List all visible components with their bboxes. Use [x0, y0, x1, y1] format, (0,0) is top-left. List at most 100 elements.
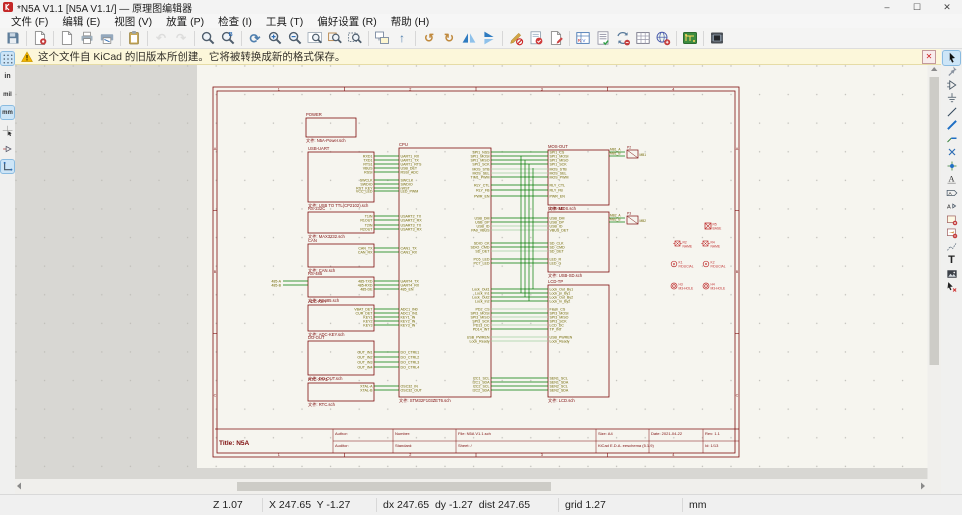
- zoom-fit-button[interactable]: [305, 29, 325, 48]
- net-label-icon: A: [946, 173, 958, 185]
- mirror-vertical-button[interactable]: [459, 29, 479, 48]
- svg-text:B: B: [736, 270, 739, 274]
- menu-item-5[interactable]: 工具 (T): [259, 14, 310, 29]
- assign-footprints-button[interactable]: [707, 29, 727, 48]
- image-button[interactable]: [943, 267, 960, 281]
- svg-text:OUT_IN1: OUT_IN1: [357, 350, 372, 354]
- svg-text:USART2_RX: USART2_RX: [401, 218, 423, 222]
- svg-text:A: A: [948, 191, 952, 197]
- bom-button[interactable]: [593, 29, 613, 48]
- zoom-in-button[interactable]: [265, 29, 285, 48]
- undo-button[interactable]: ↶: [151, 29, 171, 48]
- page-setup-button[interactable]: [57, 29, 77, 48]
- net-table-button[interactable]: [633, 29, 653, 48]
- text-button[interactable]: T: [943, 254, 960, 268]
- net-label-button[interactable]: A: [943, 173, 960, 187]
- rotate-ccw-button[interactable]: ↺: [419, 29, 439, 48]
- import-sheet-pin-icon: [946, 227, 958, 239]
- show-hidden-pins-button[interactable]: [1, 142, 14, 155]
- junction-button[interactable]: [943, 159, 960, 173]
- place-symbol-button[interactable]: [943, 78, 960, 92]
- svg-text:FIDUCIAL: FIDUCIAL: [679, 265, 694, 269]
- no-connect-flag-button[interactable]: [943, 146, 960, 160]
- close-button[interactable]: ✕: [932, 0, 962, 14]
- erc-icon: [528, 30, 544, 46]
- schematic-viewport[interactable]: 11223344AABBCCTitle: N5AAuthor:Auditor:N…: [15, 65, 941, 494]
- save-button[interactable]: [3, 29, 23, 48]
- paste-icon: [126, 30, 142, 46]
- maximize-button[interactable]: ☐: [902, 0, 932, 14]
- svg-text:MB1: MB1: [640, 153, 647, 157]
- find-button[interactable]: [198, 29, 218, 48]
- wire-to-bus-entry-button[interactable]: [943, 132, 960, 146]
- svg-text:RLY_CTL: RLY_CTL: [550, 183, 566, 187]
- menu-item-7[interactable]: 帮助 (H): [384, 14, 437, 29]
- units-mil-icon: mil: [3, 92, 12, 98]
- menu-item-6[interactable]: 偏好设置 (R): [310, 14, 384, 29]
- svg-text:Number:: Number:: [395, 431, 410, 436]
- highlight-net-button[interactable]: [943, 65, 960, 79]
- paste-button[interactable]: [124, 29, 144, 48]
- hierarchical-sheet-button[interactable]: [943, 213, 960, 227]
- export-netlist-button[interactable]: [653, 29, 673, 48]
- rotate-cw-button[interactable]: ↻: [439, 29, 459, 48]
- svg-text:Size: A4: Size: A4: [598, 431, 613, 436]
- hierarchical-label-button[interactable]: A: [943, 200, 960, 214]
- plot-icon: [99, 30, 115, 46]
- cursor-shape-button[interactable]: [1, 124, 14, 137]
- svg-text:TIM1_PWM: TIM1_PWM: [471, 175, 490, 179]
- schematic-setup-icon: [32, 30, 48, 46]
- schematic-setup-button[interactable]: [30, 29, 50, 48]
- menu-item-0[interactable]: 文件 (F): [4, 14, 55, 29]
- bom-icon: [595, 30, 611, 46]
- hierarchy-navigator-icon: [374, 30, 390, 46]
- graphic-lines-button[interactable]: [943, 240, 960, 254]
- svg-text:OUT_IN3: OUT_IN3: [357, 360, 372, 364]
- schematic-canvas[interactable]: 11223344AABBCCTitle: N5AAuthor:Auditor:N…: [15, 65, 941, 494]
- draw-wire-button[interactable]: [943, 105, 960, 119]
- find-icon: [200, 30, 216, 46]
- units-mil-button[interactable]: mil: [1, 88, 14, 101]
- leave-sheet-button[interactable]: ↑: [392, 29, 412, 48]
- import-sheet-pin-button[interactable]: [943, 227, 960, 241]
- infobar-close-icon[interactable]: ✕: [922, 50, 936, 64]
- update-symbols-button[interactable]: [613, 29, 633, 48]
- menu-item-2[interactable]: 视图 (V): [107, 14, 159, 29]
- print-button[interactable]: [77, 29, 97, 48]
- symbol-fields-table-button[interactable]: RV: [573, 29, 593, 48]
- units-inch-button[interactable]: in: [1, 70, 14, 83]
- annotate-button[interactable]: [506, 29, 526, 48]
- erc-button[interactable]: [526, 29, 546, 48]
- global-label-button[interactable]: A: [943, 186, 960, 200]
- menu-item-3[interactable]: 放置 (P): [159, 14, 211, 29]
- menu-item-4[interactable]: 检查 (I): [211, 14, 259, 29]
- svg-text:BASE: BASE: [713, 227, 723, 231]
- undo-icon: ↶: [156, 32, 166, 44]
- zoom-out-button[interactable]: [285, 29, 305, 48]
- mirror-horizontal-button[interactable]: [479, 29, 499, 48]
- minimize-button[interactable]: –: [872, 0, 902, 14]
- find-replace-button[interactable]: B: [218, 29, 238, 48]
- toggle-grid-button[interactable]: [1, 52, 14, 65]
- zoom-selection-button[interactable]: [345, 29, 365, 48]
- hv-line-mode-button[interactable]: [1, 160, 14, 173]
- symbol-fields-table-icon: RV: [575, 30, 591, 46]
- svg-text:485_EN: 485_EN: [401, 287, 414, 291]
- svg-text:PWR_EN: PWR_EN: [550, 194, 566, 198]
- select-button[interactable]: [943, 51, 960, 65]
- svg-text:Lock_Ready: Lock_Ready: [470, 339, 490, 343]
- open-pcb-editor-button[interactable]: [680, 29, 700, 48]
- place-power-port-button[interactable]: [943, 92, 960, 106]
- zoom-objects-button[interactable]: [325, 29, 345, 48]
- hierarchy-navigator-button[interactable]: [372, 29, 392, 48]
- delete-tool-button[interactable]: [943, 281, 960, 295]
- svg-text:DO_CTRL4: DO_CTRL4: [401, 365, 420, 369]
- edit-library-links-button[interactable]: [546, 29, 566, 48]
- plot-button[interactable]: [97, 29, 117, 48]
- redo-button[interactable]: ↷: [171, 29, 191, 48]
- draw-bus-button[interactable]: [943, 119, 960, 133]
- units-mm-button[interactable]: mm: [1, 106, 14, 119]
- svg-text:KiCad E.D.A. eeschema (5.1.9): KiCad E.D.A. eeschema (5.1.9): [598, 443, 654, 448]
- refresh-view-button[interactable]: ⟳: [245, 29, 265, 48]
- menu-item-1[interactable]: 编辑 (E): [55, 14, 107, 29]
